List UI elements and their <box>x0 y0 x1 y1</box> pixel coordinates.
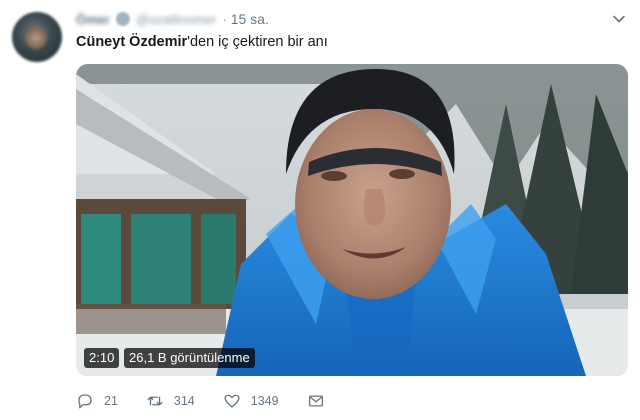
tweet[interactable]: Ömer @ozaltinomer · 15 sa. Cüneyt Özdemi… <box>0 0 640 420</box>
mentioned-name: Cüneyt Özdemir <box>76 34 188 50</box>
like-button[interactable]: 1349 <box>223 392 279 410</box>
author-name[interactable]: Ömer <box>76 12 110 27</box>
author-handle[interactable]: @ozaltinomer <box>136 12 216 27</box>
reply-button[interactable]: 21 <box>76 392 118 410</box>
like-count: 1349 <box>250 394 279 408</box>
avatar[interactable] <box>12 12 62 62</box>
tweet-actions: 21 314 1349 <box>76 390 325 412</box>
tweet-text-rest: 'den iç çektiren bir anı <box>187 34 328 50</box>
video-duration: 2:10 <box>84 348 120 368</box>
video-player[interactable]: 2:10 26,1 B görüntülenme <box>76 64 628 376</box>
video-thumbnail <box>76 64 628 376</box>
reply-icon <box>78 394 92 409</box>
verified-badge-icon <box>115 12 130 26</box>
timestamp[interactable]: 15 sa. <box>231 11 269 27</box>
retweet-button[interactable]: 314 <box>146 392 195 410</box>
reply-count: 21 <box>104 394 118 408</box>
retweet-icon <box>147 396 163 406</box>
tweet-text: Cüneyt Özdemir'den iç çektiren bir anı <box>76 34 328 50</box>
heart-icon <box>224 394 240 408</box>
direct-message-button[interactable] <box>307 392 325 410</box>
tweet-header: Ömer @ozaltinomer · 15 sa. <box>76 10 269 28</box>
retweet-count: 314 <box>173 394 195 408</box>
video-view-count: 26,1 B görüntülenme <box>124 348 255 368</box>
separator-dot: · <box>222 11 227 27</box>
mail-icon <box>308 395 323 407</box>
chevron-down-icon[interactable] <box>612 12 626 26</box>
